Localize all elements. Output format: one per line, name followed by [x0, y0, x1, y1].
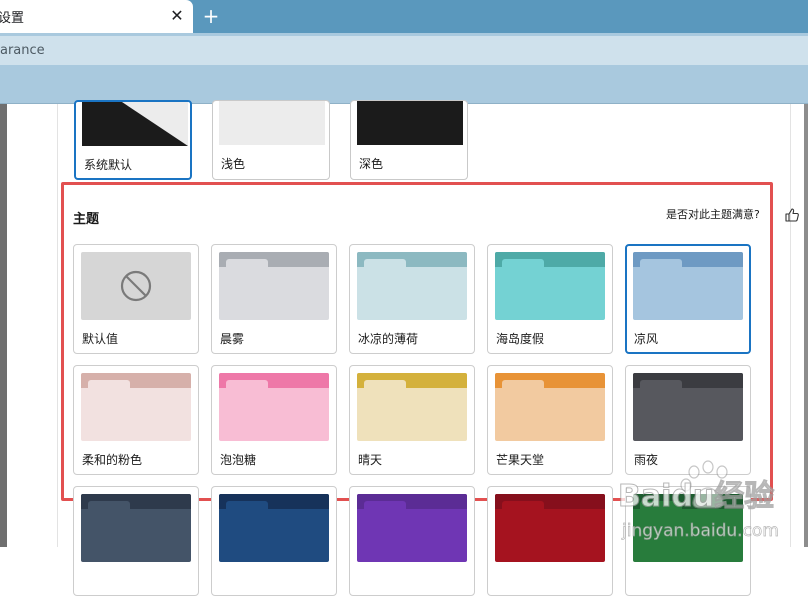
theme-preview [357, 252, 467, 320]
appearance-label: 系统默认 [84, 158, 133, 172]
section-title-themes: 主题 [73, 212, 100, 227]
ban-icon [120, 270, 152, 302]
appearance-label: 浅色 [221, 157, 246, 171]
theme-preview-tab [226, 501, 268, 515]
theme-card[interactable] [625, 486, 751, 596]
theme-preview-tab [502, 259, 544, 273]
theme-preview-tab [88, 501, 130, 515]
theme-preview-tab [640, 380, 682, 394]
dark-preview [357, 101, 463, 145]
settings-tab[interactable]: 设置 ✕ [0, 0, 193, 33]
theme-label: 晨雾 [220, 332, 245, 346]
theme-card[interactable]: 雨夜 [625, 365, 751, 475]
settings-header-strip [0, 67, 808, 104]
theme-label: 凉风 [634, 332, 659, 346]
content-divider [790, 104, 791, 547]
appearance-option-system-default[interactable]: 系统默认 [74, 100, 192, 180]
theme-card[interactable] [211, 486, 337, 596]
theme-card[interactable]: 晴天 [349, 365, 475, 475]
tab-title: 设置 [0, 11, 25, 26]
settings-sidebar-edge [7, 104, 58, 547]
theme-preview-tab [364, 380, 406, 394]
theme-card[interactable]: 芒果天堂 [487, 365, 613, 475]
theme-card[interactable]: 默认值 [73, 244, 199, 354]
theme-label: 默认值 [82, 332, 119, 346]
theme-label: 泡泡糖 [220, 453, 257, 467]
theme-label: 雨夜 [634, 453, 659, 467]
theme-preview [219, 494, 329, 562]
theme-preview [219, 252, 329, 320]
theme-preview [495, 252, 605, 320]
theme-preview [495, 494, 605, 562]
theme-preview [81, 373, 191, 441]
light-preview [219, 101, 325, 145]
feedback-question: 是否对此主题满意? [666, 208, 760, 221]
scrollbar-track[interactable] [804, 104, 808, 547]
theme-label: 芒果天堂 [496, 453, 545, 467]
theme-preview-tab [226, 380, 268, 394]
theme-card[interactable] [73, 486, 199, 596]
close-icon[interactable]: ✕ [168, 6, 186, 26]
theme-card[interactable]: 柔和的粉色 [73, 365, 199, 475]
left-gutter [0, 104, 7, 547]
theme-preview-tab [640, 259, 682, 273]
theme-preview [633, 494, 743, 562]
url-text: arance [0, 43, 45, 58]
theme-card[interactable] [349, 486, 475, 596]
appearance-label: 深色 [359, 157, 384, 171]
theme-card[interactable]: 冰凉的薄荷 [349, 244, 475, 354]
theme-card[interactable]: 晨雾 [211, 244, 337, 354]
new-tab-icon[interactable]: + [200, 4, 222, 28]
theme-preview [633, 373, 743, 441]
theme-label: 晴天 [358, 453, 383, 467]
theme-preview [357, 373, 467, 441]
theme-card[interactable]: 泡泡糖 [211, 365, 337, 475]
theme-label: 冰凉的薄荷 [358, 332, 419, 346]
thumbs-up-icon[interactable] [784, 207, 800, 223]
theme-preview [219, 373, 329, 441]
theme-card[interactable] [487, 486, 613, 596]
theme-preview-tab [502, 380, 544, 394]
theme-preview-tab [364, 259, 406, 273]
theme-card[interactable]: 海岛度假 [487, 244, 613, 354]
system-default-preview [82, 102, 188, 146]
address-bar: arance [0, 33, 808, 67]
tab-strip: 设置 ✕ + [0, 0, 808, 33]
theme-label: 柔和的粉色 [82, 453, 143, 467]
theme-preview [357, 494, 467, 562]
theme-preview-tab [502, 501, 544, 515]
theme-preview [81, 252, 191, 320]
theme-preview-tab [88, 380, 130, 394]
url-field[interactable]: arance [0, 36, 808, 65]
theme-preview [81, 494, 191, 562]
theme-preview-tab [640, 501, 682, 515]
appearance-option-light[interactable]: 浅色 [212, 100, 330, 180]
theme-preview [633, 252, 743, 320]
theme-preview-tab [226, 259, 268, 273]
appearance-option-dark[interactable]: 深色 [350, 100, 468, 180]
theme-label: 海岛度假 [496, 332, 545, 346]
theme-preview-tab [364, 501, 406, 515]
theme-card[interactable]: 凉风 [625, 244, 751, 354]
theme-preview [495, 373, 605, 441]
